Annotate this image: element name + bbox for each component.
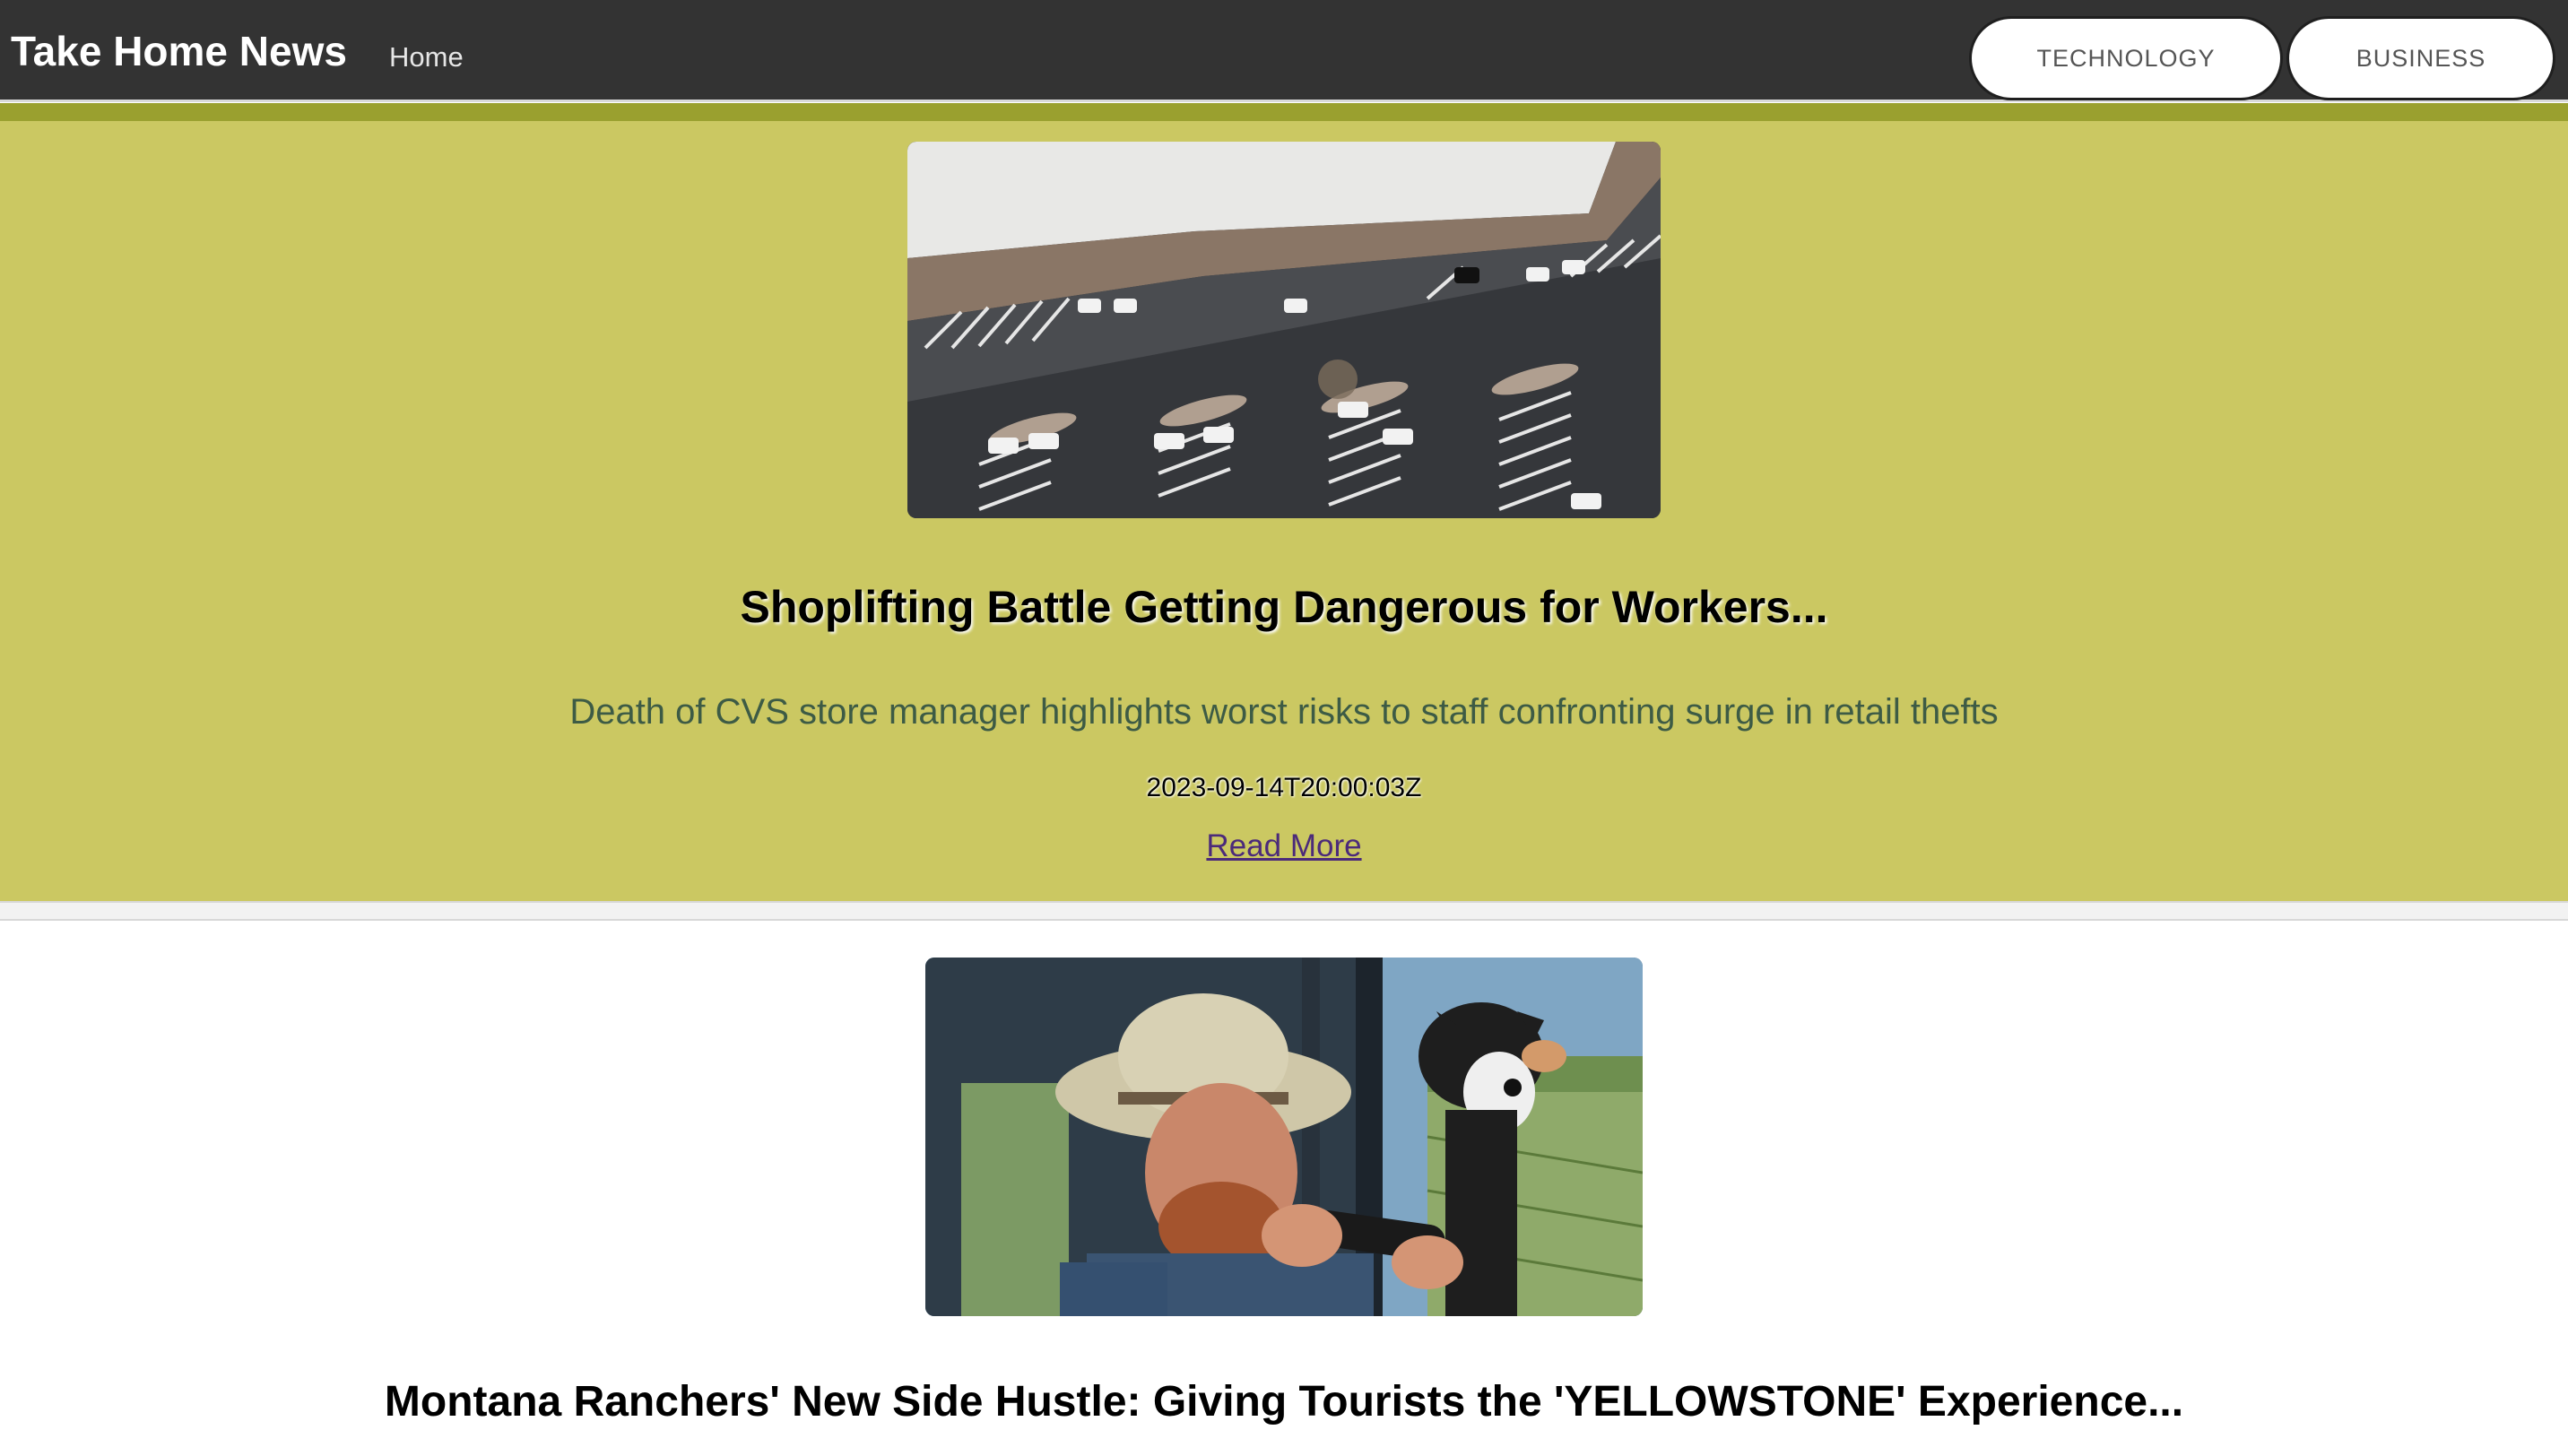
category-business-button[interactable]: BUSINESS [2286, 16, 2555, 100]
article-image-parking-lot[interactable] [907, 142, 1661, 518]
article-divider [0, 901, 2568, 921]
article-timestamp: 2023-09-14T20:00:03Z [1146, 773, 1422, 802]
nav-home-link[interactable]: Home [389, 41, 464, 74]
accent-strip [0, 103, 2568, 121]
article-image-rancher[interactable] [925, 958, 1643, 1316]
article-description: Death of CVS store manager highlights wo… [569, 692, 1999, 732]
article-title[interactable]: Montana Ranchers' New Side Hustle: Givin… [0, 1377, 2568, 1426]
read-more-container: Read More [0, 828, 2568, 864]
read-more-link[interactable]: Read More [1206, 828, 1361, 863]
top-navbar: Take Home News Home TECHNOLOGY BUSINESS [0, 0, 2568, 102]
category-technology-button[interactable]: TECHNOLOGY [1969, 16, 2283, 100]
article-title[interactable]: Shoplifting Battle Getting Dangerous for… [0, 581, 2568, 633]
site-brand[interactable]: Take Home News [11, 27, 347, 75]
